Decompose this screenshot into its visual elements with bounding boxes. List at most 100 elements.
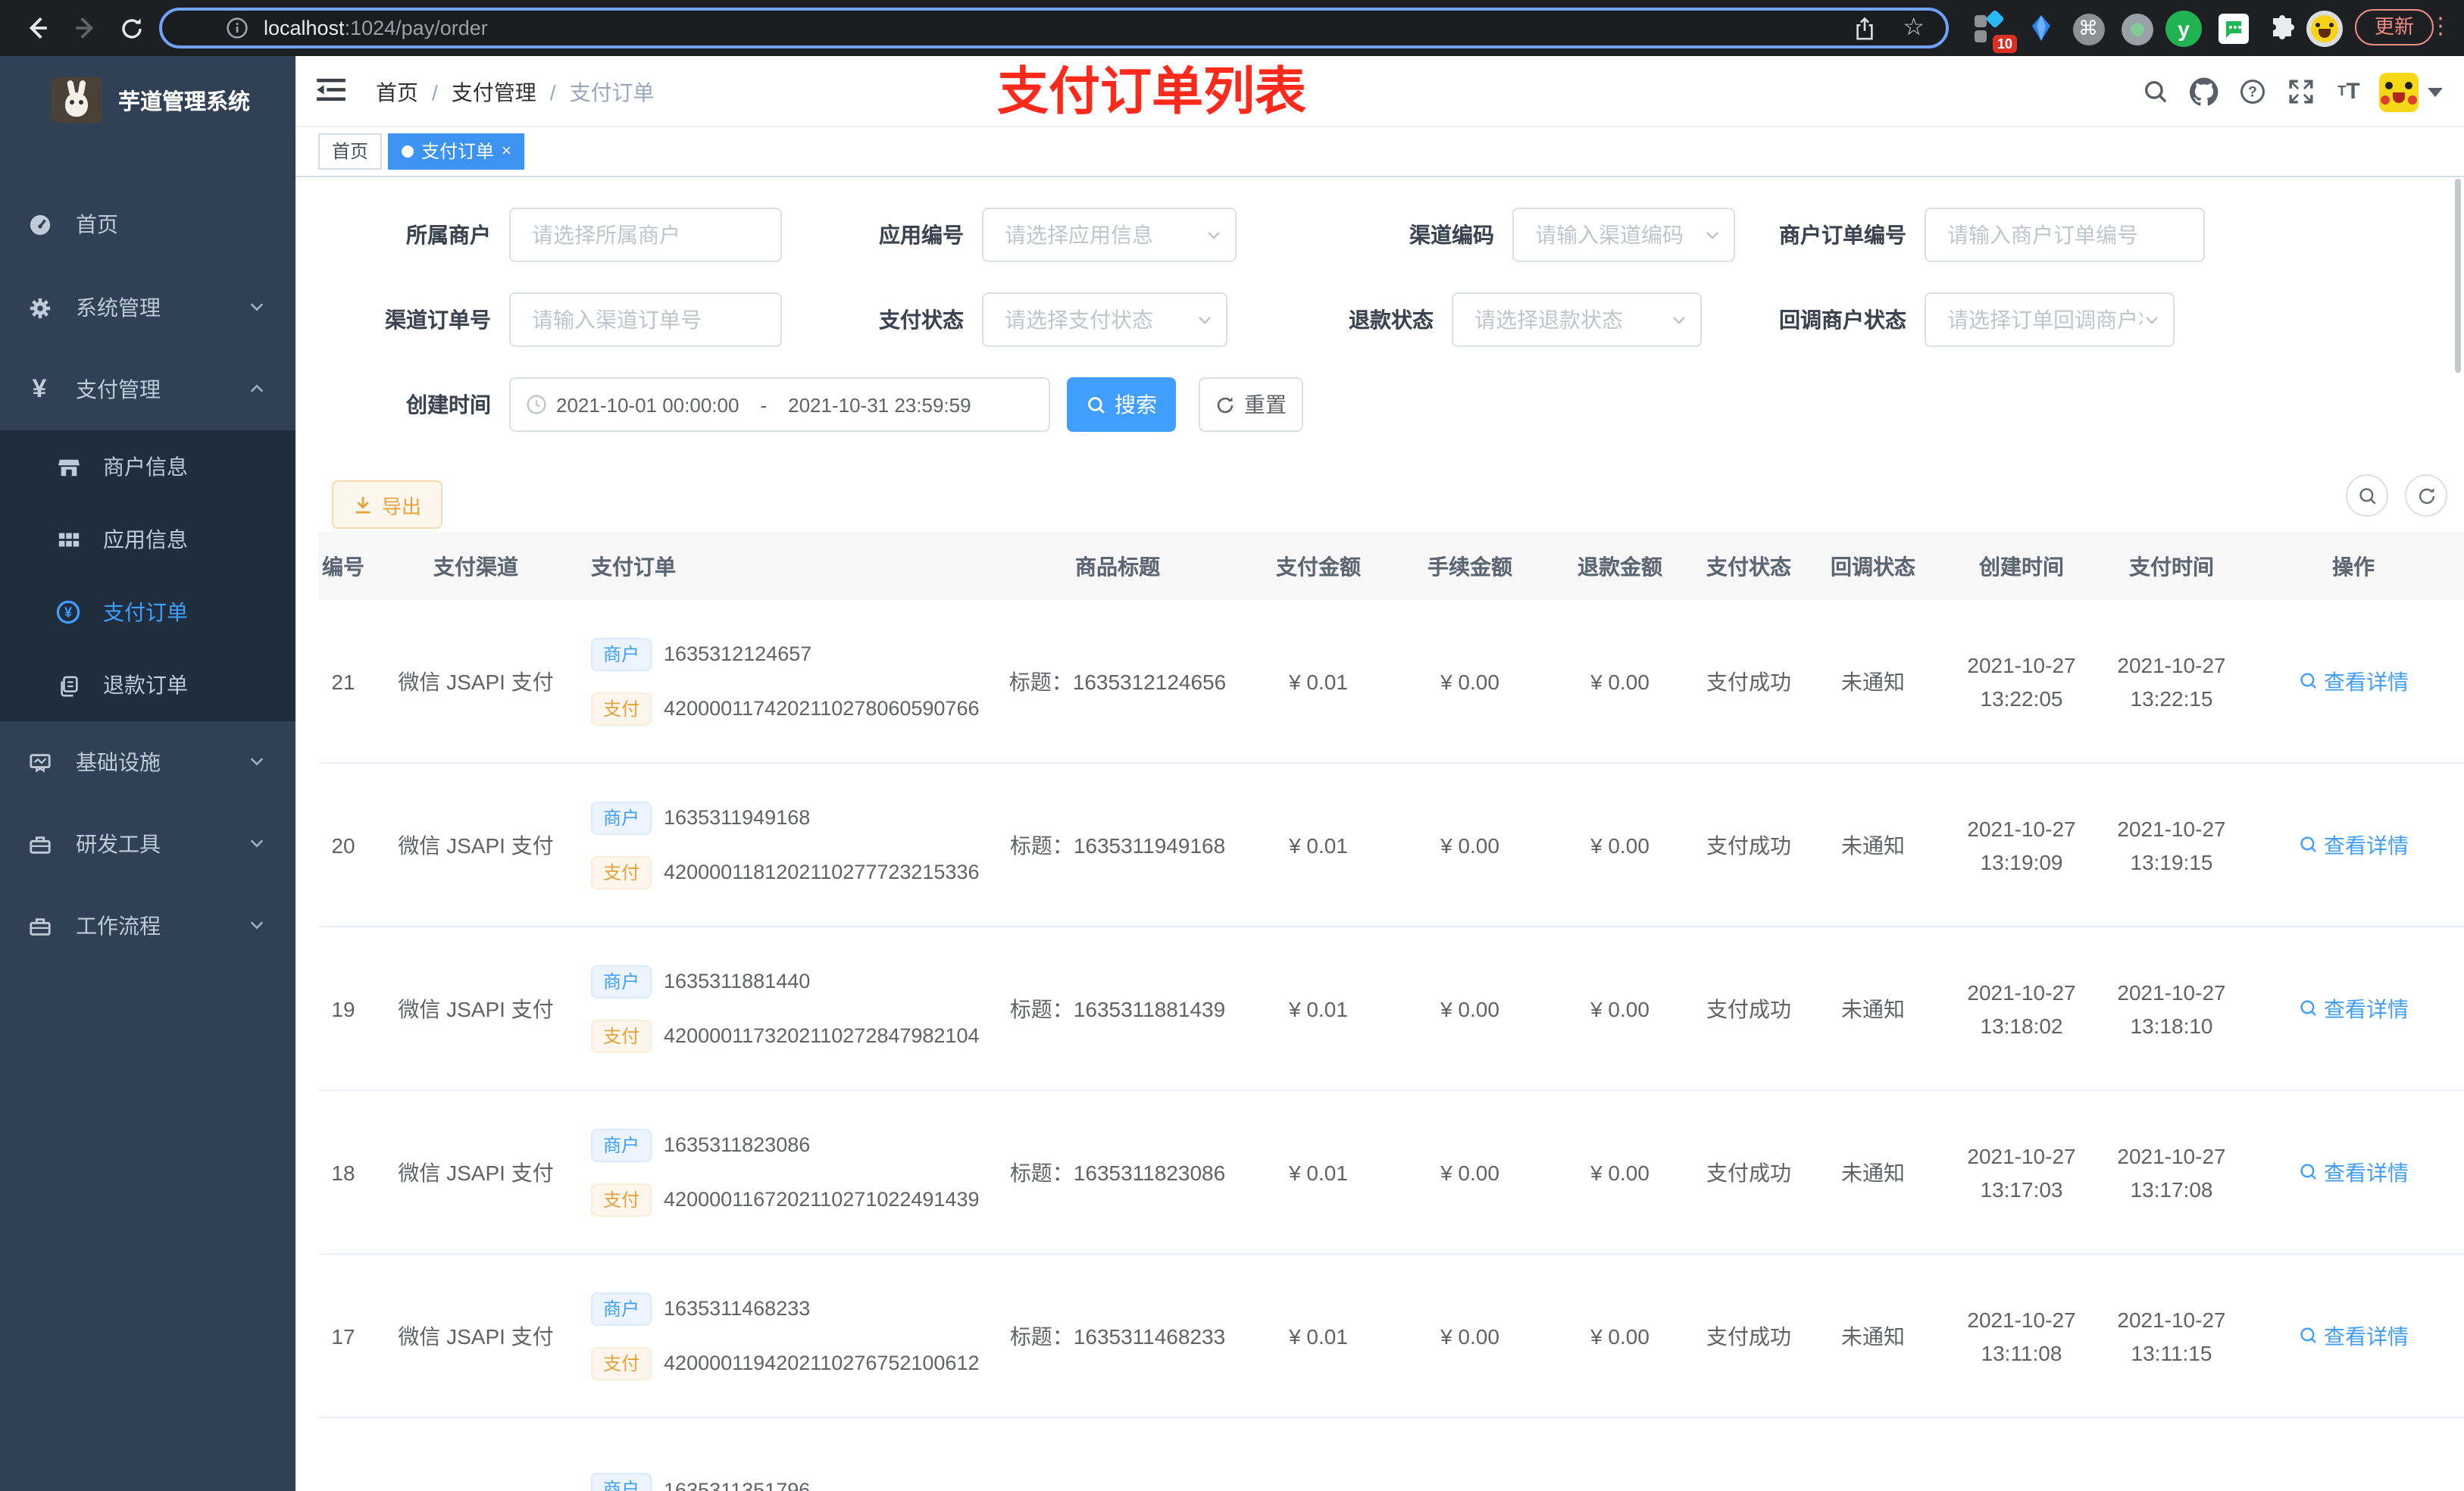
channel-order-no-input[interactable] (509, 292, 782, 347)
extensions-puzzle-icon[interactable] (2262, 9, 2302, 48)
search-icon[interactable] (2131, 56, 2179, 127)
extension-balloon-icon[interactable] (2022, 9, 2061, 48)
sidebar-item-label: 工作流程 (76, 914, 161, 938)
share-icon[interactable] (1853, 16, 1875, 40)
browser-menu-icon[interactable]: ⋮ (2429, 8, 2452, 47)
table-row: 18 微信 JSAPI 支付 商户 1635311823086 支付 42000… (318, 1091, 2464, 1255)
url-bar[interactable]: localhost:1024/pay/order ☆ (159, 8, 1949, 48)
bookmark-star-icon[interactable]: ☆ (1903, 15, 1925, 40)
svg-text:?: ? (2247, 84, 2256, 100)
extension-y-icon[interactable]: y (2164, 9, 2203, 48)
sidebar-item-workflow[interactable]: 工作流程 (0, 885, 295, 967)
cell-fee: ¥ 0.00 (1440, 833, 1499, 857)
merchant-input[interactable] (509, 208, 782, 262)
font-size-icon[interactable]: TT (2325, 56, 2373, 127)
merchant-order-no: 1635311351796 (664, 1478, 811, 1491)
view-detail-link[interactable]: 查看详情 (2298, 1321, 2409, 1351)
github-icon[interactable] (2179, 56, 2228, 127)
refund-status-select[interactable]: 请选择退款状态 (1452, 292, 1702, 347)
cell-fee: ¥ 0.00 (1440, 996, 1499, 1021)
callback-status-select[interactable]: 请选择订单回调商户状态 (1925, 292, 2175, 347)
view-detail-link[interactable]: 查看详情 (2298, 993, 2409, 1024)
extension-command-icon[interactable]: ⌘ (2068, 9, 2108, 48)
cell-paid: 2021-10-27 13:22:15 (2117, 652, 2226, 710)
cell-actions: 查看详情 (2243, 1321, 2464, 1351)
filter-label: 渠道编码 (1409, 223, 1494, 247)
sidebar-item-dev-tools[interactable]: 研发工具 (0, 803, 295, 885)
reload-icon[interactable] (114, 10, 150, 46)
monitor-icon (27, 750, 52, 774)
table-refresh-button[interactable] (2405, 474, 2447, 517)
cell-channel: 微信 JSAPI 支付 (398, 833, 554, 857)
cell-paid: 2021-10-27 13:18:10 (2117, 980, 2226, 1037)
cell-status: 支付成功 (1706, 833, 1791, 857)
merchant-tag: 商户 (591, 801, 652, 834)
app-select[interactable]: 请选择应用信息 (982, 208, 1237, 262)
cell-id: 19 (331, 996, 355, 1021)
breadcrumb-payment[interactable]: 支付管理 (452, 77, 536, 107)
view-detail-link[interactable]: 查看详情 (2298, 1157, 2409, 1187)
sidebar-item-label: 基础设施 (76, 750, 161, 774)
col-fee: 手续金额 (1427, 554, 1512, 578)
reset-button[interactable]: 重置 (1199, 377, 1303, 432)
fullscreen-icon[interactable] (2276, 56, 2325, 127)
table-search-toggle-button[interactable] (2346, 474, 2388, 517)
create-time-range-picker[interactable]: 2021-10-01 00:00:00 - 2021-10-31 23:59:5… (509, 377, 1050, 432)
merchant-order-no: 1635311949168 (664, 806, 811, 829)
sidebar-item-payment[interactable]: ¥ 支付管理 (0, 349, 295, 430)
close-tab-icon[interactable]: × (502, 142, 511, 160)
extension-devtools-icon[interactable]: 10 (1970, 9, 2018, 53)
sidebar-item-system[interactable]: 系统管理 (0, 267, 295, 349)
view-detail-link[interactable]: 查看详情 (2298, 666, 2409, 696)
table-row: 19 微信 JSAPI 支付 商户 1635311881440 支付 42000… (318, 927, 2464, 1091)
tab-home[interactable]: 首页 (318, 133, 383, 170)
cell-created: 2021-10-27 13:17:03 (1967, 1143, 2076, 1201)
window-scrollbar[interactable] (2455, 179, 2461, 373)
filter-label: 创建时间 (406, 392, 491, 417)
chevron-down-icon (249, 295, 265, 320)
search-button[interactable]: 搜索 (1067, 377, 1176, 432)
chevron-down-icon (2143, 311, 2161, 329)
sidebar-item-infra[interactable]: 基础设施 (0, 721, 295, 803)
sidebar-fold-icon[interactable] (317, 77, 346, 103)
sidebar-item-home[interactable]: 首页 (0, 183, 295, 265)
back-icon[interactable] (18, 10, 55, 46)
sidebar-item-pay-order[interactable]: ¥ 支付订单 (0, 576, 295, 649)
browser-update-button[interactable]: 更新 (2355, 9, 2434, 45)
col-status: 支付状态 (1706, 554, 1791, 578)
merchant-order-no-input[interactable] (1925, 208, 2205, 262)
cell-notify: 未通知 (1841, 1160, 1905, 1184)
user-avatar[interactable] (2379, 72, 2419, 111)
sidebar-item-merchant-info[interactable]: 商户信息 (0, 430, 295, 503)
cell-notify: 未通知 (1841, 833, 1905, 857)
cell-id: 17 (331, 1324, 355, 1348)
tab-pay-order[interactable]: 支付订单 × (388, 133, 525, 170)
cell-title: 标题：1635311468233 (1009, 1324, 1226, 1348)
user-menu-caret-icon[interactable] (2428, 87, 2443, 96)
cell-created: 2021-10-27 13:18:02 (1967, 980, 2076, 1037)
pay-status-select[interactable]: 请选择支付状态 (982, 292, 1227, 347)
date-end: 2021-10-31 23:59:59 (788, 393, 971, 416)
breadcrumb-home[interactable]: 首页 (376, 77, 418, 107)
export-button[interactable]: 导出 (332, 480, 442, 529)
sidebar-item-app-info[interactable]: 应用信息 (0, 503, 295, 576)
page-info-icon[interactable] (226, 17, 249, 39)
channel-code-select[interactable]: 请输入渠道编码 (1512, 208, 1735, 262)
yen-circle-icon: ¥ (56, 600, 80, 624)
filter-label: 回调商户状态 (1779, 308, 1906, 332)
cell-actions: 查看详情 (2243, 666, 2464, 696)
view-detail-link[interactable]: 查看详情 (2298, 830, 2409, 860)
extension-badge: 10 (1993, 35, 2018, 53)
pay-order-no: 4200001181202110277723215336 (664, 861, 980, 883)
app-logo[interactable]: 芋道管理系统 (0, 56, 295, 144)
chevron-down-icon (1196, 311, 1214, 329)
extension-recorder-icon[interactable] (2117, 9, 2156, 48)
toolbox-icon (27, 914, 52, 938)
url-text: localhost:1024/pay/order (264, 17, 488, 39)
help-icon[interactable]: ? (2228, 56, 2276, 127)
forward-icon[interactable] (67, 10, 103, 46)
chevron-down-icon (1205, 226, 1223, 244)
sidebar-item-refund-order[interactable]: 退款订单 (0, 649, 295, 721)
profile-avatar-icon[interactable] (2305, 9, 2344, 48)
extension-chat-icon[interactable] (2214, 9, 2253, 48)
